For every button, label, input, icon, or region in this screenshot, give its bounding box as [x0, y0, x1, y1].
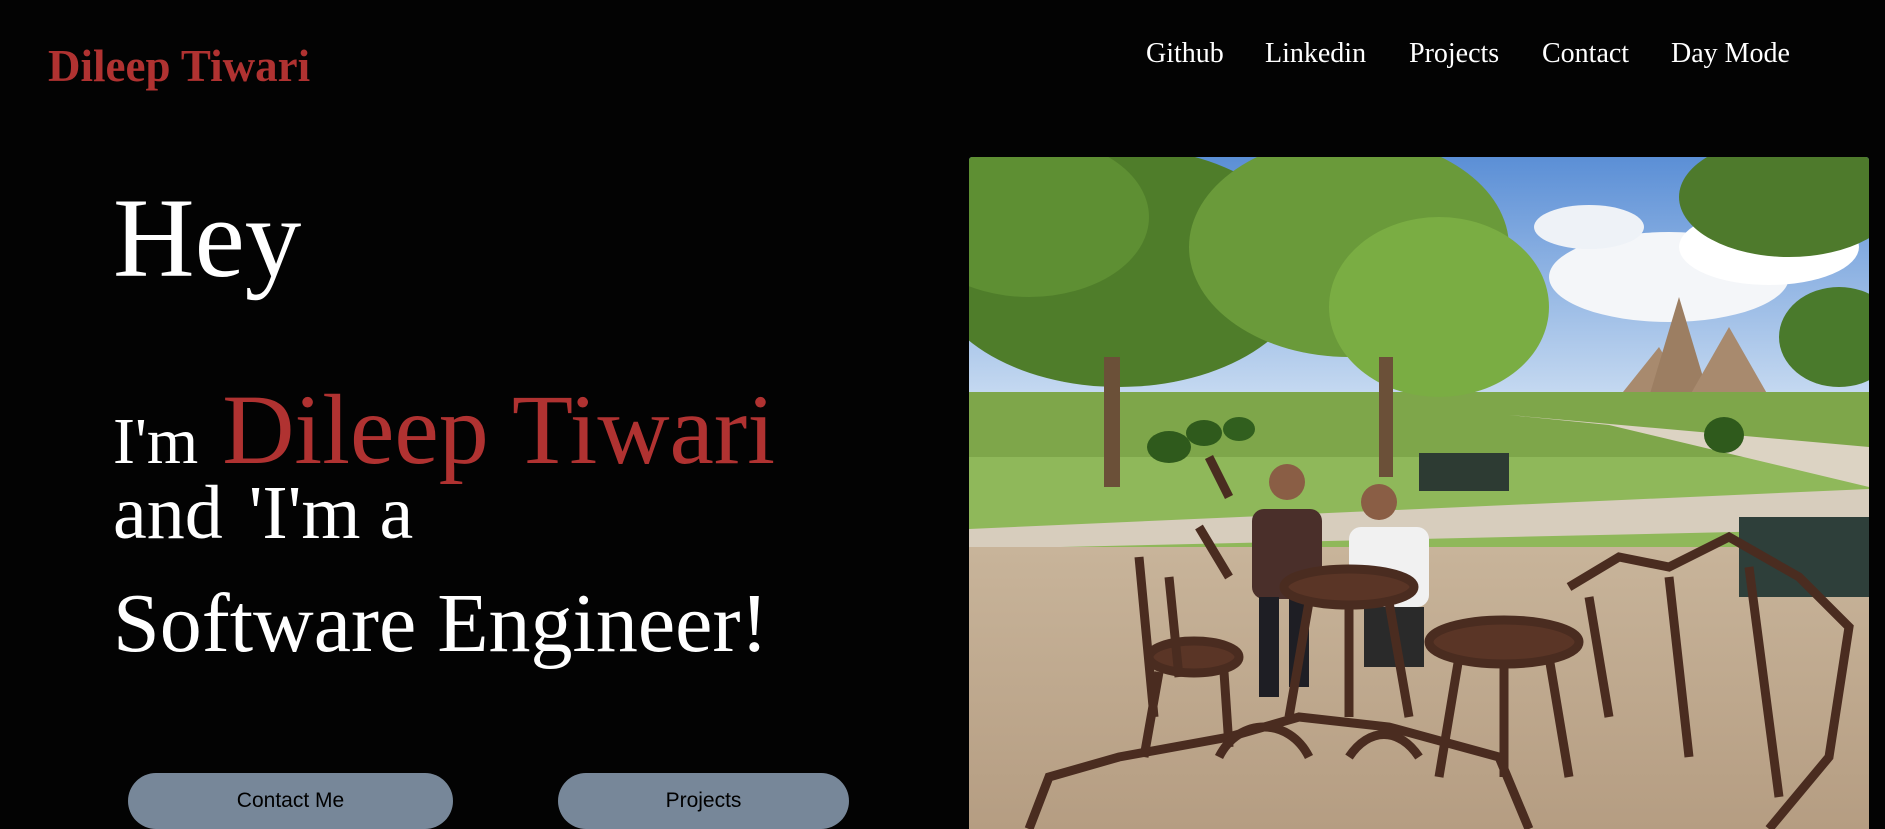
nav-link-github[interactable]: Github: [1146, 38, 1224, 70]
hero-name: Dileep Tiwari: [222, 374, 776, 485]
hero-greeting: Hey: [113, 176, 302, 301]
profile-photo: [969, 157, 1869, 829]
contact-me-button[interactable]: Contact Me: [128, 773, 453, 829]
hero-section: Hey I'm Dileep Tiwari and 'I'm a Software …: [113, 0, 913, 829]
nav-link-projects[interactable]: Projects: [1409, 38, 1499, 70]
hero-role: Software Engineer!: [113, 577, 769, 670]
nav-link-contact[interactable]: Contact: [1542, 38, 1629, 70]
hero-intro-prefix: I'm: [113, 405, 199, 478]
hero-and-word: and: [113, 471, 223, 555]
day-mode-toggle[interactable]: Day Mode: [1671, 38, 1790, 70]
hero-typed-text: 'I'm a: [248, 471, 414, 555]
projects-button[interactable]: Projects: [558, 773, 849, 829]
hero-and-line: and 'I'm a: [113, 475, 413, 551]
hero-intro-line: I'm Dileep Tiwari: [113, 380, 775, 480]
nav-link-linkedin[interactable]: Linkedin: [1265, 38, 1366, 70]
